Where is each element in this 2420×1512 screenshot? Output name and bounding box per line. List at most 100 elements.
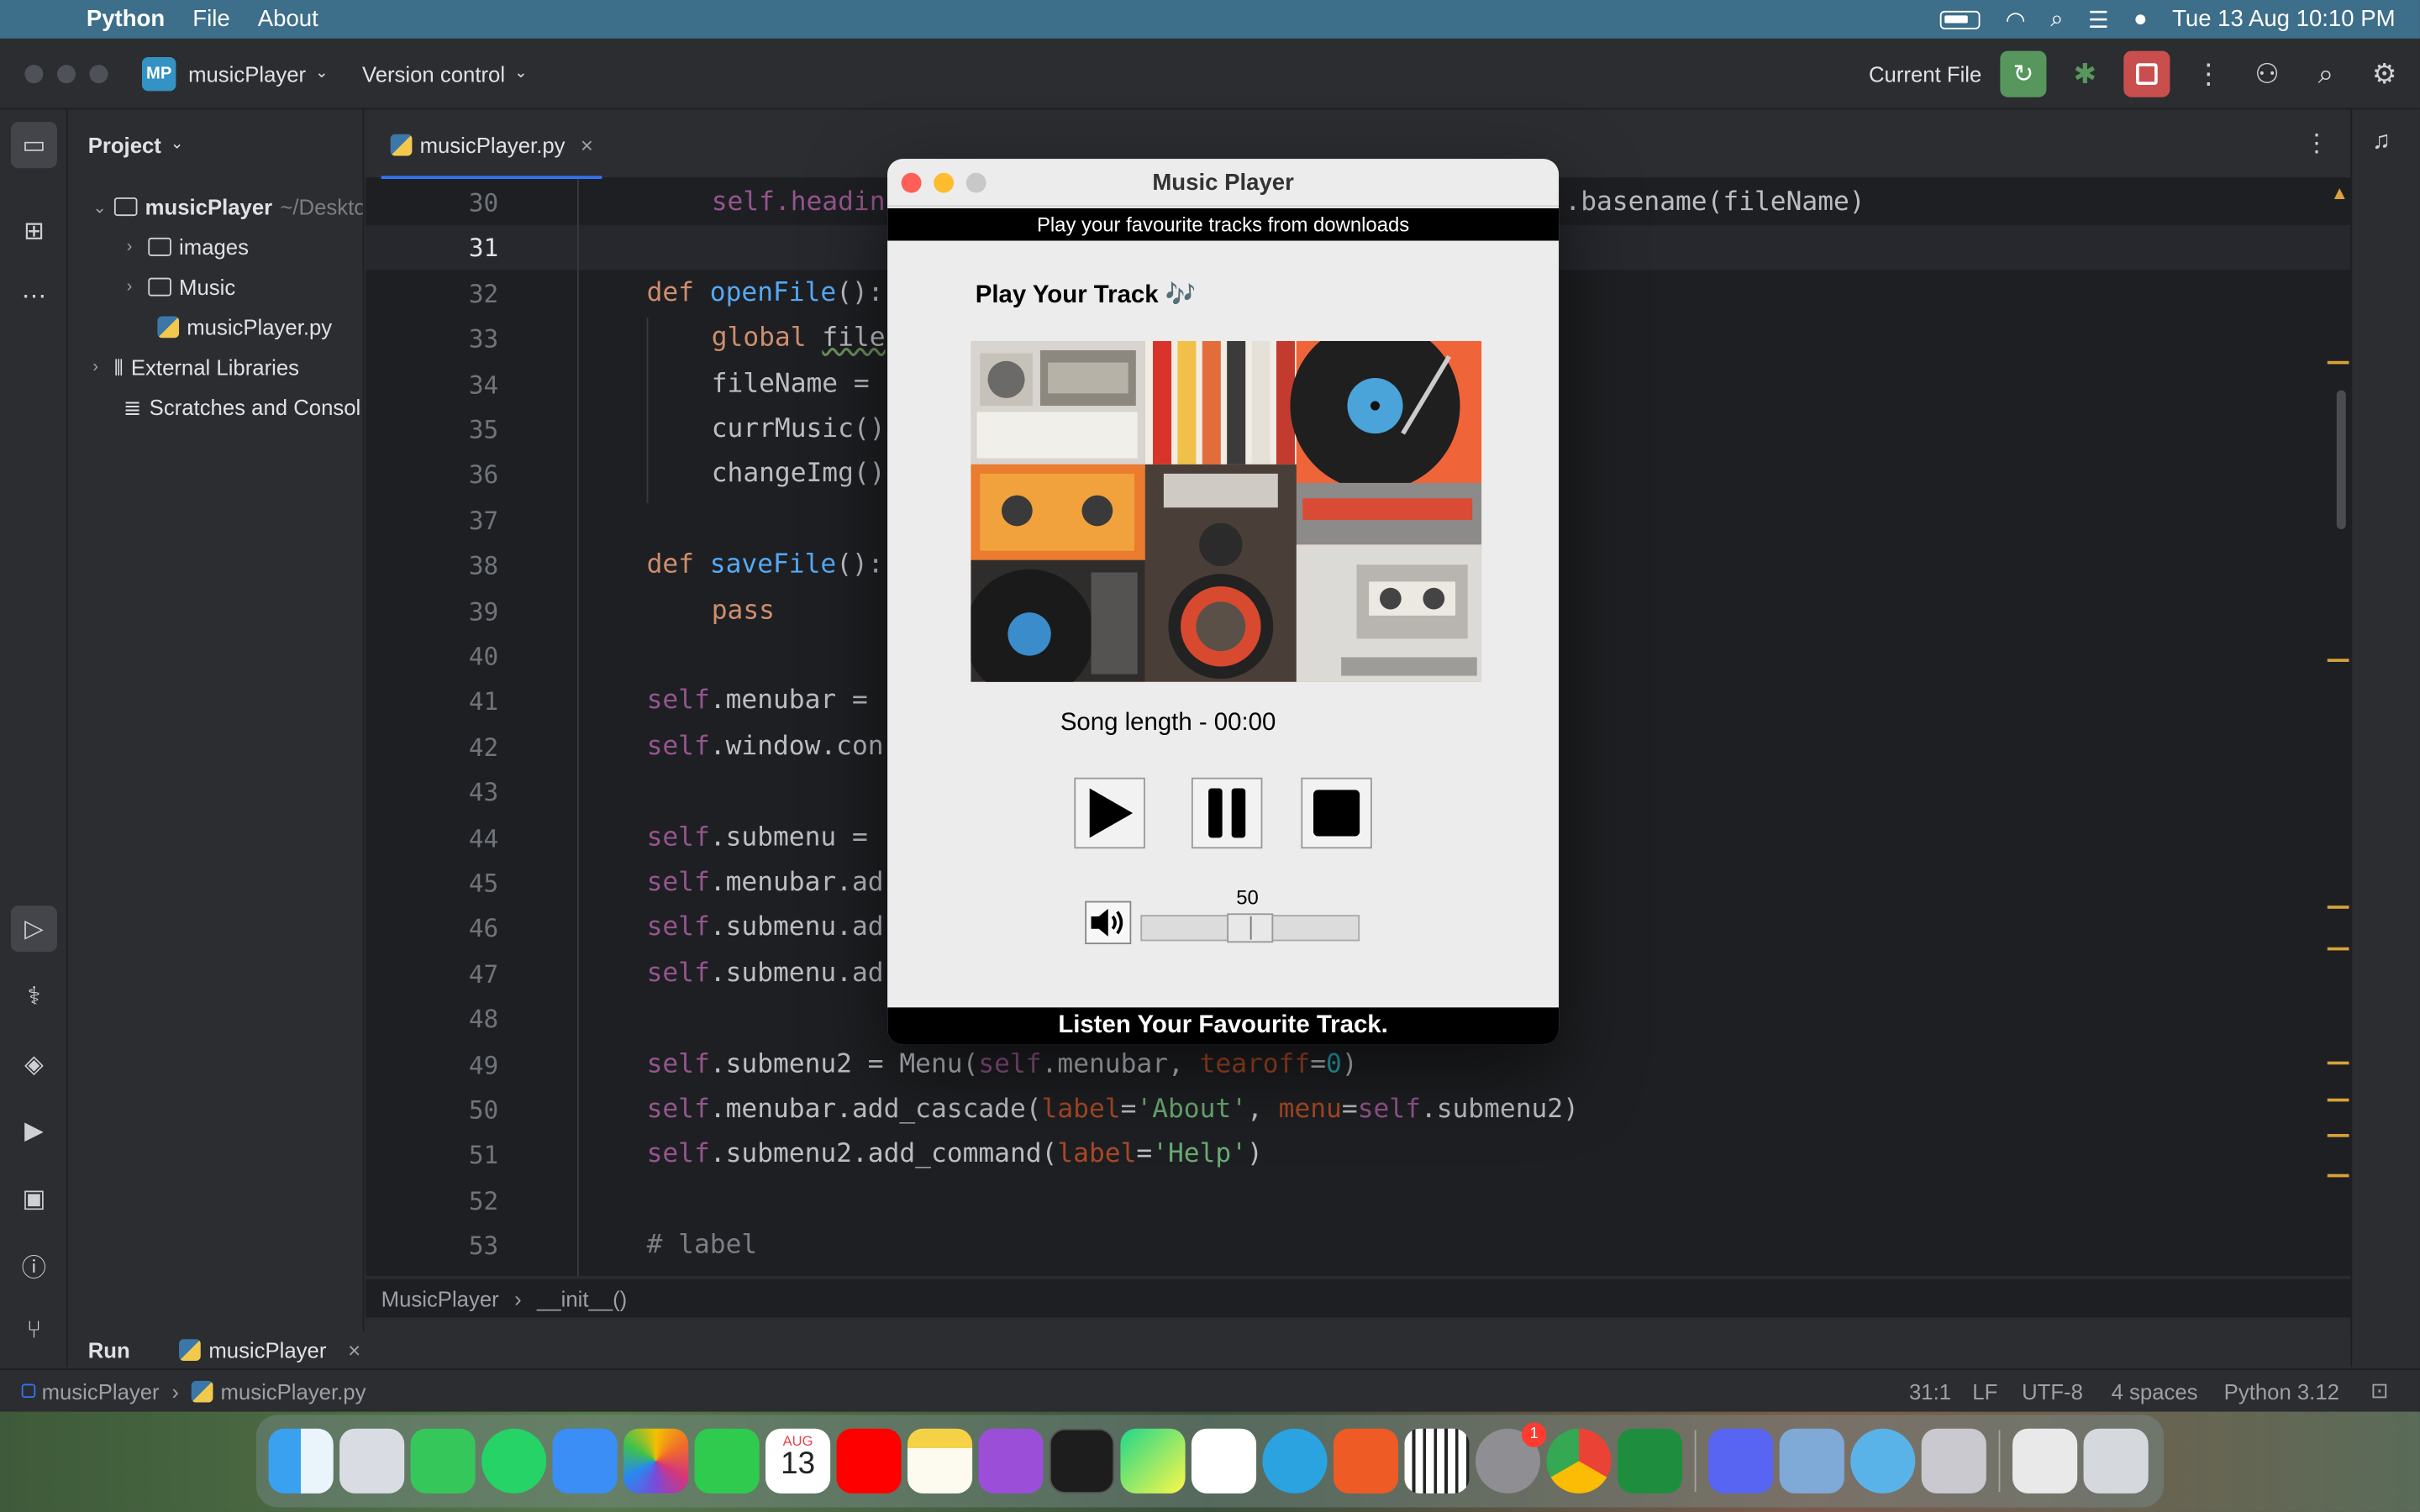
- notifications-bell-icon[interactable]: ♫: [2372, 128, 2391, 155]
- stop-playback-button[interactable]: [1301, 777, 1372, 849]
- run-config-tab[interactable]: musicPlayer: [208, 1337, 326, 1362]
- tree-item-scratches[interactable]: ≣ Scratches and Consol: [124, 387, 360, 428]
- problems-icon[interactable]: ⓘ: [11, 1242, 57, 1289]
- pause-button[interactable]: [1191, 777, 1263, 849]
- warning-marker[interactable]: [2327, 906, 2349, 909]
- more-icon[interactable]: ⋮: [2188, 58, 2228, 91]
- tab-musicplayer-py[interactable]: musicPlayer.py ×: [381, 109, 603, 181]
- rocket-icon[interactable]: [1921, 1428, 1986, 1494]
- downloads-stack-icon[interactable]: [2012, 1428, 2078, 1494]
- menu-file[interactable]: File: [192, 6, 229, 32]
- line-separator[interactable]: LF: [1972, 1378, 1997, 1403]
- warning-marker[interactable]: [2327, 1061, 2349, 1065]
- close-tab-icon[interactable]: ×: [581, 132, 593, 156]
- git-icon[interactable]: ⑂: [11, 1309, 57, 1355]
- warning-marker[interactable]: [2327, 659, 2349, 662]
- status-path-project[interactable]: musicPlayer: [42, 1378, 160, 1403]
- interpreter[interactable]: Python 3.12: [2224, 1378, 2339, 1403]
- search-icon[interactable]: ⌕: [2306, 58, 2346, 91]
- player-close-button[interactable]: [901, 172, 922, 193]
- caret-position[interactable]: 31:1: [1909, 1378, 1951, 1403]
- podcasts-icon[interactable]: [978, 1428, 1044, 1494]
- control-center-icon[interactable]: ☰: [2088, 5, 2109, 33]
- preview-icon[interactable]: [1779, 1428, 1844, 1494]
- system-settings-icon[interactable]: 1: [1475, 1422, 1547, 1494]
- office-icon[interactable]: [1333, 1428, 1399, 1494]
- trash-icon[interactable]: [2083, 1428, 2149, 1494]
- close-run-tab-icon[interactable]: ×: [348, 1337, 360, 1362]
- project-tool-icon[interactable]: ▭: [10, 122, 57, 169]
- warning-icon[interactable]: ▲: [2330, 182, 2349, 204]
- notes-icon[interactable]: [907, 1428, 973, 1494]
- tree-item-music[interactable]: › Music: [127, 267, 236, 307]
- lock-icon[interactable]: ⊡: [2370, 1378, 2389, 1404]
- vscode-icon[interactable]: [1191, 1428, 1257, 1494]
- project-switcher[interactable]: musicPlayer: [188, 61, 306, 86]
- facetime-icon[interactable]: [694, 1428, 760, 1494]
- scrollbar-thumb[interactable]: [2336, 390, 2346, 529]
- tree-item-file[interactable]: musicPlayer.py: [157, 307, 332, 348]
- zoom-window-button[interactable]: [89, 64, 108, 83]
- finder-icon[interactable]: [268, 1428, 334, 1494]
- quicktime-icon[interactable]: [1850, 1428, 1916, 1494]
- run-tool-icon[interactable]: ▷: [10, 906, 57, 953]
- close-window-button[interactable]: [24, 64, 44, 83]
- project-badge[interactable]: MP: [141, 56, 176, 91]
- telegram-icon[interactable]: [1262, 1428, 1328, 1494]
- wifi-icon[interactable]: ◠: [2006, 5, 2026, 33]
- speaker-icon[interactable]: [1085, 900, 1132, 945]
- warning-marker[interactable]: [2327, 1098, 2349, 1102]
- classroom-icon[interactable]: [1617, 1428, 1683, 1494]
- warning-marker[interactable]: [2327, 947, 2349, 951]
- chrome-icon[interactable]: [1546, 1428, 1612, 1494]
- spotlight-icon[interactable]: ⌕: [2050, 6, 2063, 32]
- settings-gear-icon[interactable]: ⚙: [2365, 58, 2405, 91]
- calendar-icon[interactable]: AUG 13: [765, 1428, 831, 1494]
- photos-icon[interactable]: [623, 1428, 689, 1494]
- warning-marker[interactable]: [2327, 1133, 2349, 1137]
- breadcrumb-class[interactable]: MusicPlayer: [381, 1286, 499, 1310]
- structure-tool-icon[interactable]: ⊞: [11, 208, 57, 255]
- status-path-file[interactable]: musicPlayer.py: [221, 1378, 366, 1403]
- python-console-icon[interactable]: ⚕: [11, 974, 57, 1020]
- add-user-icon[interactable]: ⚇: [2247, 58, 2287, 91]
- run-panel-title[interactable]: Run: [88, 1337, 130, 1362]
- youtube-icon[interactable]: [836, 1428, 902, 1494]
- breadcrumb-method[interactable]: __init__(): [537, 1286, 627, 1310]
- indent-setting[interactable]: 4 spaces: [2112, 1378, 2198, 1403]
- more-tools-icon[interactable]: ⋯: [11, 273, 57, 319]
- vcs-menu[interactable]: Version control: [362, 61, 505, 86]
- project-panel-header[interactable]: Project ⌄: [68, 109, 363, 179]
- debug-icon[interactable]: ✱: [2065, 58, 2106, 91]
- tree-item-images[interactable]: › images: [127, 227, 249, 267]
- minimize-window-button[interactable]: [56, 64, 76, 83]
- menu-app[interactable]: Python: [87, 6, 165, 32]
- volume-slider-thumb[interactable]: [1227, 913, 1274, 943]
- battery-icon[interactable]: [1940, 9, 1981, 29]
- launchpad-icon[interactable]: [339, 1428, 405, 1494]
- stop-button[interactable]: [2123, 50, 2170, 97]
- python-packages-icon[interactable]: ◈: [11, 1042, 57, 1088]
- discord-icon[interactable]: [1708, 1428, 1774, 1494]
- play-button[interactable]: [1074, 777, 1145, 849]
- file-encoding[interactable]: UTF-8: [2022, 1378, 2083, 1403]
- terminal-app-icon[interactable]: [1049, 1428, 1115, 1494]
- menu-about[interactable]: About: [258, 6, 318, 32]
- clock[interactable]: Tue 13 Aug 10:10 PM: [2172, 6, 2395, 32]
- tabs-more-icon[interactable]: ⋮: [2304, 128, 2328, 159]
- volume-slider[interactable]: [1140, 913, 1360, 943]
- rerun-button[interactable]: ↻: [2000, 50, 2047, 97]
- tree-item-external-libraries[interactable]: › ⫴ External Libraries: [92, 347, 299, 387]
- siri-icon[interactable]: ●: [2133, 6, 2148, 32]
- player-minimize-button[interactable]: [934, 172, 955, 193]
- tree-root[interactable]: ⌄ musicPlayer ~/Deskto: [92, 186, 362, 227]
- warning-marker[interactable]: [2327, 360, 2349, 365]
- services-icon[interactable]: ▶: [11, 1108, 57, 1154]
- whatsapp-icon[interactable]: [481, 1428, 547, 1494]
- pycharm-icon[interactable]: [1120, 1428, 1186, 1494]
- mail-icon[interactable]: [552, 1428, 618, 1494]
- piano-icon[interactable]: [1404, 1428, 1470, 1494]
- warning-marker[interactable]: [2327, 1173, 2349, 1178]
- run-config-selector[interactable]: Current File: [1869, 61, 1981, 86]
- messages-icon[interactable]: [410, 1428, 476, 1494]
